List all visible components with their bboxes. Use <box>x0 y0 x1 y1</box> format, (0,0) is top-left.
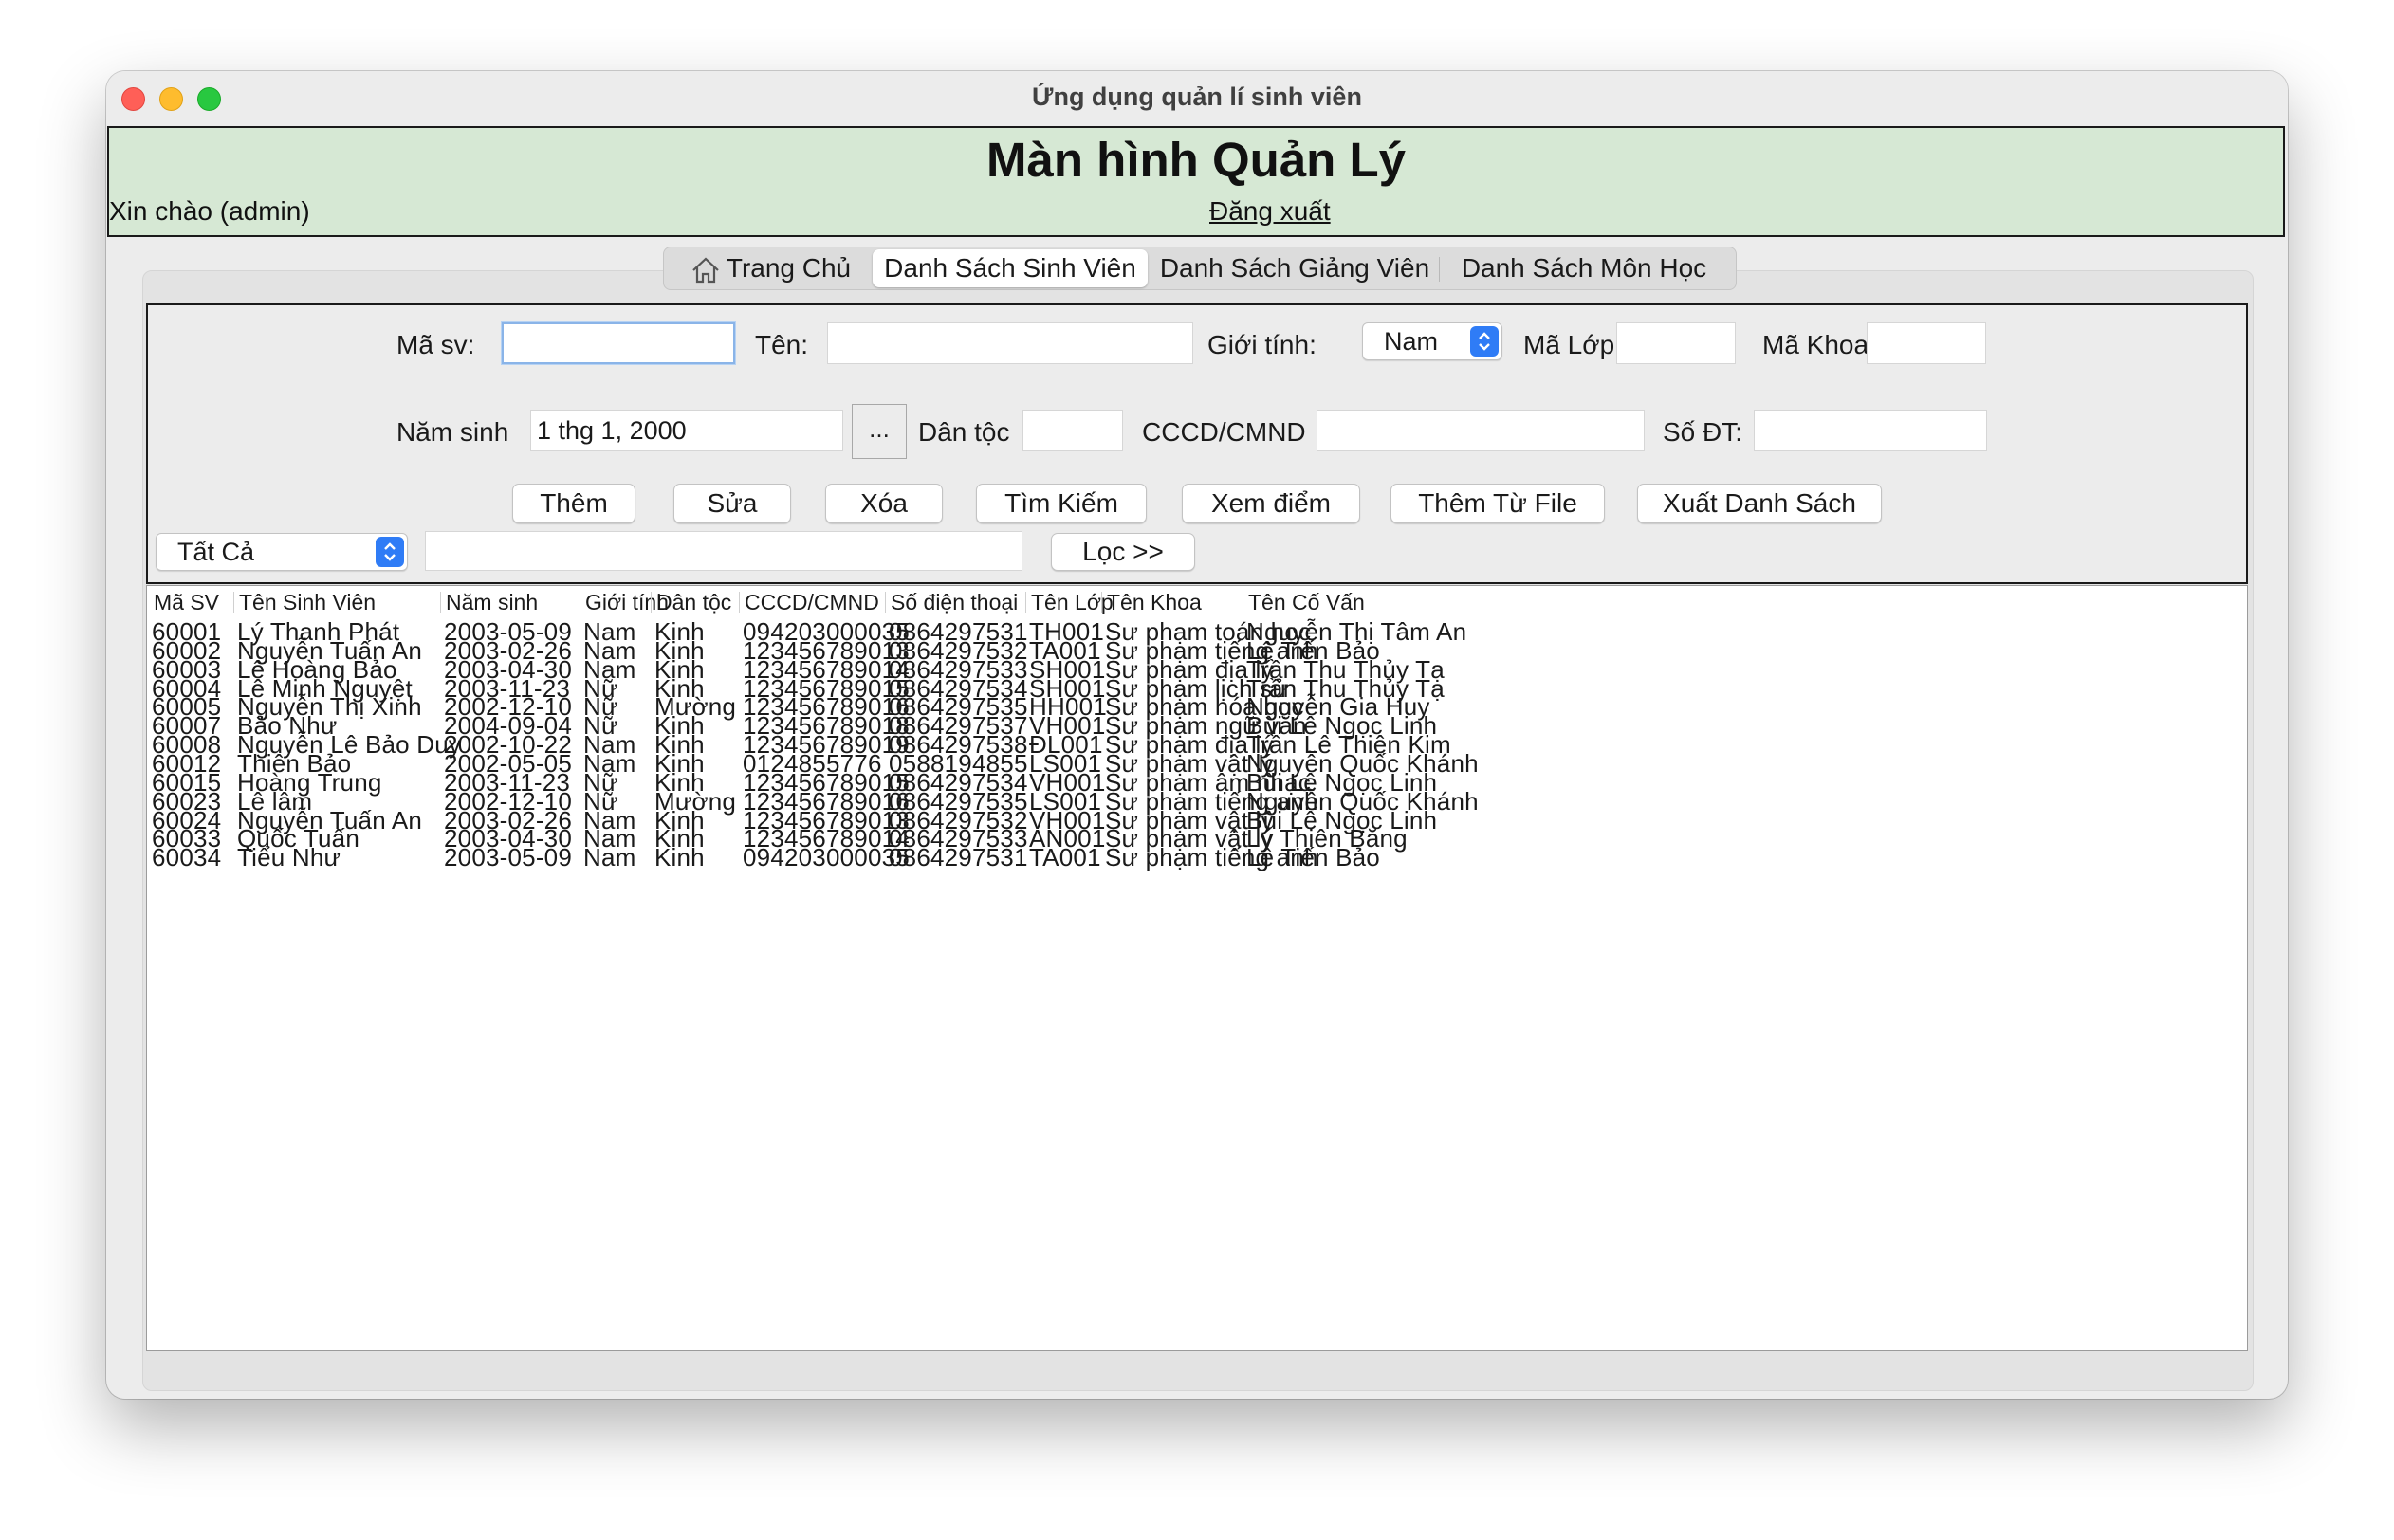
table-header: Mã SV Tên Sinh Viên Năm sinh Giới tính Dân t… <box>147 586 2247 616</box>
gender-select[interactable]: Nam <box>1362 322 1502 360</box>
ma-sv-label: Mã sv: <box>396 330 475 359</box>
edit-button[interactable]: Sửa <box>673 484 791 523</box>
gender-select-value: Nam <box>1384 327 1439 356</box>
column-separator[interactable] <box>1101 592 1102 613</box>
search-form: Mã sv: Tên: Giới tính: Nam Mã Lớp Mã Kho… <box>146 303 2248 584</box>
column-header[interactable]: Tên Cố Vấn <box>1248 590 1365 615</box>
filter-select[interactable]: Tất Cả <box>156 533 408 571</box>
table-cell: Tiểu Như <box>237 843 341 872</box>
header-banner: Màn hình Quản Lý Xin chào (admin) Đăng x… <box>107 126 2285 237</box>
so-dt-label: Số ĐT: <box>1663 417 1743 447</box>
table-cell: 2003-05-09 <box>444 843 572 872</box>
column-header[interactable]: Tên Sinh Viên <box>239 590 376 615</box>
column-header[interactable]: Mã SV <box>154 590 219 615</box>
table-cell: 60034 <box>152 843 222 872</box>
column-separator[interactable] <box>440 592 441 613</box>
column-header[interactable]: Dân tộc <box>656 590 731 615</box>
ma-lop-label: Mã Lớp <box>1523 330 1615 359</box>
column-header[interactable]: Tên Khoa <box>1107 590 1202 615</box>
select-arrows-icon <box>376 537 404 567</box>
home-icon <box>692 257 719 283</box>
nam-sinh-label: Năm sinh <box>396 417 509 447</box>
table-cell: Lê Tiến Bảo <box>1246 843 1380 872</box>
tab-subjects-label: Danh Sách Môn Học <box>1461 253 1707 283</box>
column-separator[interactable] <box>739 592 740 613</box>
table-cell: 0864297531 <box>889 843 1028 872</box>
column-separator[interactable] <box>233 592 234 613</box>
tab-separator <box>1439 257 1440 282</box>
ten-label: Tên: <box>755 330 809 359</box>
gioi-tinh-label: Giới tính: <box>1207 330 1317 359</box>
ma-sv-input[interactable] <box>502 322 735 364</box>
tab-students[interactable]: Danh Sách Sinh Viên <box>873 249 1148 287</box>
tab-lecturers[interactable]: Danh Sách Giảng Viên <box>1152 249 1437 287</box>
ten-input[interactable] <box>827 322 1193 364</box>
column-separator[interactable] <box>651 592 652 613</box>
date-picker-button[interactable]: ... <box>852 404 907 459</box>
logout-link[interactable]: Đăng xuất <box>1209 196 1331 227</box>
tab-lecturers-label: Danh Sách Giảng Viên <box>1159 253 1430 283</box>
table-cell: Kinh <box>654 843 705 872</box>
students-table: Mã SV Tên Sinh Viên Năm sinh Giới tính Dân t… <box>146 585 2248 1351</box>
tab-students-label: Danh Sách Sinh Viên <box>884 253 1136 283</box>
ma-khoa-label: Mã Khoa <box>1762 330 1869 359</box>
search-button[interactable]: Tìm Kiếm <box>976 484 1147 523</box>
column-header[interactable]: CCCD/CMND <box>745 590 879 615</box>
table-cell: TA001 <box>1029 843 1101 872</box>
select-arrows-icon <box>1470 326 1499 357</box>
table-row[interactable]: 60034 Tiểu Như 2003-05-09 Nam Kinh 0942030000… <box>147 842 2247 872</box>
column-separator[interactable] <box>885 592 886 613</box>
tab-home-label: Trang Chủ <box>726 253 852 283</box>
cccd-input[interactable] <box>1317 410 1645 451</box>
dan-toc-label: Dân tộc <box>918 417 1010 447</box>
add-button[interactable]: Thêm <box>512 484 635 523</box>
birth-date-input[interactable]: 1 thg 1, 2000 <box>530 410 843 451</box>
tab-bar: Trang Chủ Danh Sách Sinh Viên Danh Sách … <box>663 247 1737 290</box>
so-dt-input[interactable] <box>1754 410 1987 451</box>
table-cell: Nam <box>583 843 636 872</box>
view-grades-button[interactable]: Xem điểm <box>1182 484 1360 523</box>
ma-lop-input[interactable] <box>1616 322 1736 364</box>
tab-home[interactable]: Trang Chủ <box>673 249 868 287</box>
cccd-label: CCCD/CMND <box>1142 417 1306 447</box>
column-header[interactable]: Số điện thoại <box>891 590 1018 615</box>
filter-select-value: Tất Cả <box>177 538 255 566</box>
column-header[interactable]: Năm sinh <box>446 590 538 615</box>
dan-toc-input[interactable] <box>1022 410 1123 451</box>
ma-khoa-input[interactable] <box>1867 322 1986 364</box>
filter-button[interactable]: Lọc >> <box>1051 533 1195 571</box>
page-title: Màn hình Quản Lý <box>986 133 1406 187</box>
greeting-label: Xin chào (admin) <box>109 196 310 226</box>
filter-text-input[interactable] <box>425 531 1022 571</box>
table-cell: 094203000035 <box>743 843 910 872</box>
export-list-button[interactable]: Xuất Danh Sách <box>1637 484 1882 523</box>
delete-button[interactable]: Xóa <box>825 484 943 523</box>
import-file-button[interactable]: Thêm Từ File <box>1390 484 1605 523</box>
tab-subjects[interactable]: Danh Sách Môn Học <box>1442 249 1726 287</box>
window-title: Ứng dụng quản lí sinh viên <box>1032 82 1362 111</box>
title-bar: Ứng dụng quản lí sinh viên <box>106 71 2288 124</box>
column-separator[interactable] <box>1025 592 1026 613</box>
app-window: Ứng dụng quản lí sinh viên Màn hình Quản… <box>106 71 2288 1399</box>
